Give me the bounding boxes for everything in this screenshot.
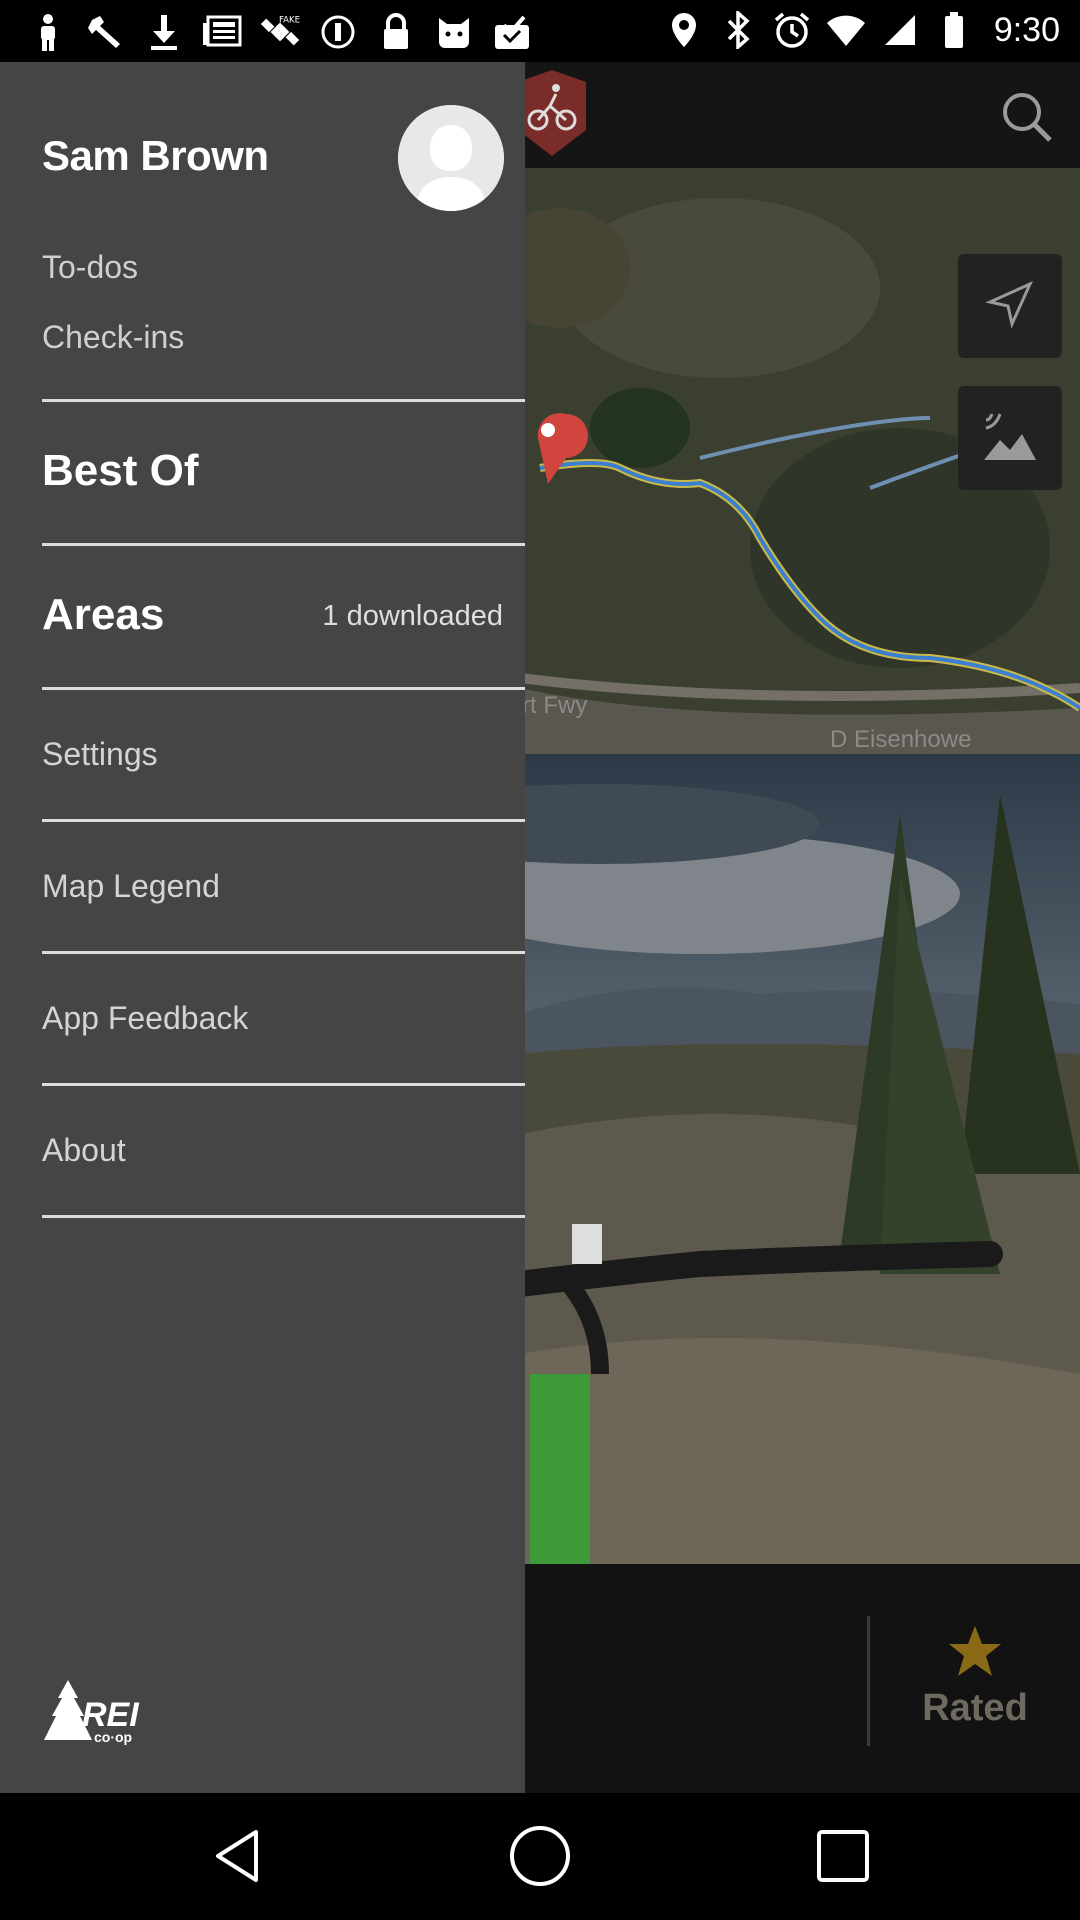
navigation-arrow-icon (984, 278, 1036, 335)
menu-item-best-of[interactable]: Best Of (42, 446, 198, 496)
bluetooth-icon (718, 10, 758, 50)
inbox-check-icon (492, 12, 532, 52)
cat-icon (434, 12, 474, 52)
menu-item-about[interactable]: About (42, 1132, 126, 1169)
svg-text:FAKE: FAKE (279, 15, 300, 25)
system-navigation-bar (0, 1793, 1080, 1920)
lock-icon (376, 12, 416, 52)
news-icon (202, 12, 242, 52)
divider (42, 399, 525, 402)
menu-item-areas[interactable]: Areas (42, 590, 164, 640)
home-icon[interactable] (507, 1823, 573, 1889)
divider (42, 687, 525, 690)
rei-coop-logo: REI co·op (42, 1676, 152, 1751)
back-icon[interactable] (204, 1823, 270, 1889)
menu-item-settings[interactable]: Settings (42, 736, 158, 773)
navigate-button[interactable] (958, 254, 1062, 358)
menu-item-checkins[interactable]: Check-ins (42, 319, 184, 356)
divider (42, 1215, 525, 1218)
avatar[interactable] (398, 105, 504, 211)
signal-icon (880, 10, 920, 50)
recents-icon[interactable] (810, 1823, 876, 1889)
navigation-drawer: Sam Brown To-dos Check-ins Best Of Areas… (0, 62, 525, 1793)
sync-icon (318, 12, 358, 52)
person-icon (28, 12, 68, 52)
star-icon (947, 1626, 1003, 1682)
rated-tab[interactable]: Rated (900, 1624, 1050, 1730)
satellite-icon: FAKE (260, 12, 300, 52)
divider (42, 951, 525, 954)
map-label: D Eisenhowe (830, 726, 972, 753)
battery-icon (934, 10, 974, 50)
rated-label: Rated (922, 1687, 1028, 1729)
divider (42, 543, 525, 546)
download-icon (144, 12, 184, 52)
terrain-icon (980, 408, 1040, 469)
clock: 9:30 (993, 10, 1060, 49)
svg-text:co·op: co·op (94, 1729, 132, 1745)
map-layers-button[interactable] (958, 386, 1062, 490)
wifi-icon (826, 10, 866, 50)
menu-item-map-legend[interactable]: Map Legend (42, 868, 220, 905)
wrench-icon (86, 12, 126, 52)
alarm-icon (772, 10, 812, 50)
menu-item-todos[interactable]: To-dos (42, 249, 138, 286)
divider (867, 1616, 870, 1746)
search-icon[interactable] (1000, 90, 1054, 144)
status-bar: FAKE 9:30 (0, 0, 1080, 62)
map-label: rt Fwy (522, 692, 588, 719)
location-icon (664, 10, 704, 50)
divider (42, 1083, 525, 1086)
divider (42, 819, 525, 822)
areas-download-count: 1 downloaded (322, 600, 503, 632)
user-name[interactable]: Sam Brown (42, 132, 269, 180)
menu-item-app-feedback[interactable]: App Feedback (42, 1000, 248, 1037)
